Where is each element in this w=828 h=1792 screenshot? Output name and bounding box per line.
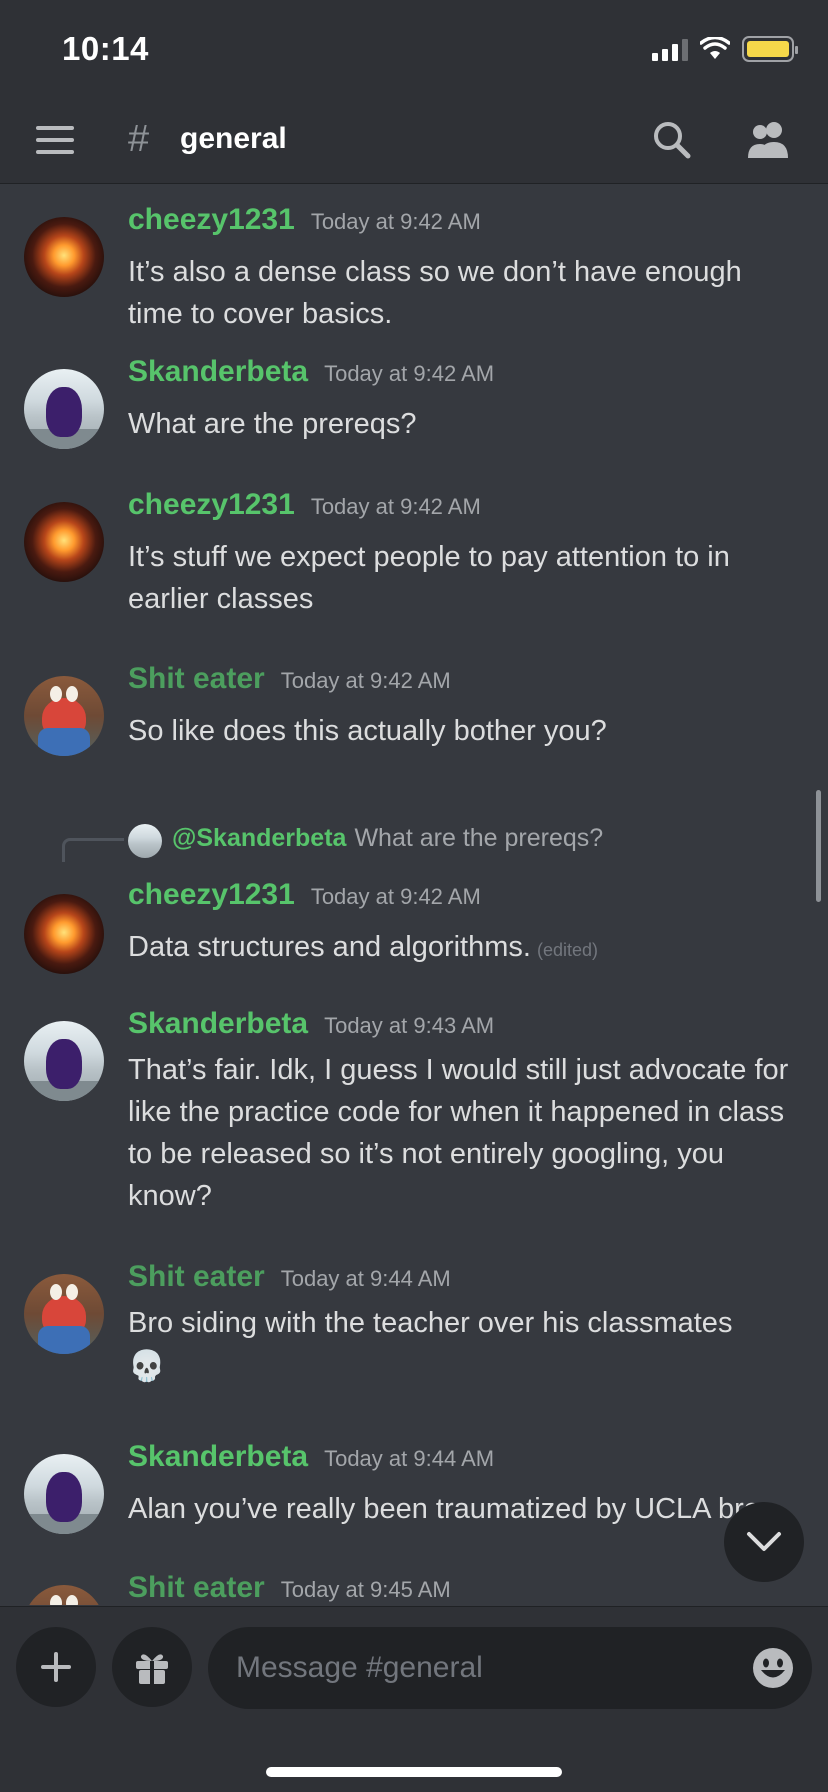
skull-emoji: 💀 bbox=[128, 1350, 166, 1383]
message-text: What are the prereqs? bbox=[128, 408, 417, 440]
hamburger-icon[interactable] bbox=[36, 126, 74, 162]
username[interactable]: Skanderbeta bbox=[128, 1440, 308, 1474]
avatar[interactable] bbox=[24, 1454, 104, 1534]
add-attachment-button[interactable] bbox=[16, 1627, 96, 1707]
search-icon[interactable] bbox=[650, 118, 694, 162]
edited-label: (edited) bbox=[536, 940, 598, 960]
emoji-icon[interactable] bbox=[752, 1647, 794, 1689]
channel-name: general bbox=[180, 122, 287, 155]
wifi-icon bbox=[700, 37, 730, 59]
timestamp: Today at 9:42 AM bbox=[310, 494, 481, 519]
message-text: That’s fair. Idk, I guess I would still … bbox=[128, 1054, 789, 1212]
gift-icon bbox=[136, 1654, 168, 1684]
home-indicator bbox=[266, 1767, 562, 1777]
username[interactable]: cheezy1231 bbox=[128, 488, 295, 522]
avatar[interactable] bbox=[24, 369, 104, 449]
avatar[interactable] bbox=[24, 894, 104, 974]
reply-preview[interactable]: @Skanderbeta What are the prereqs? bbox=[172, 824, 603, 853]
timestamp: Today at 9:42 AM bbox=[310, 884, 481, 909]
avatar[interactable] bbox=[24, 1021, 104, 1101]
reply-content: What are the prereqs? bbox=[354, 824, 604, 852]
timestamp: Today at 9:42 AM bbox=[280, 668, 451, 693]
reply-connector bbox=[62, 838, 124, 862]
message-text: So like does this actually bother you? bbox=[128, 715, 607, 747]
username[interactable]: Skanderbeta bbox=[128, 1007, 308, 1041]
channel-header: # general bbox=[0, 104, 828, 174]
username[interactable]: Skanderbeta bbox=[128, 355, 308, 389]
username[interactable]: Shit eater bbox=[128, 1260, 265, 1294]
message-text: It’s also a dense class so we don’t have… bbox=[128, 256, 742, 330]
message-composer[interactable] bbox=[208, 1627, 812, 1709]
bottom-bar bbox=[0, 1606, 828, 1792]
message-input[interactable] bbox=[236, 1627, 716, 1709]
timestamp: Today at 9:42 AM bbox=[310, 209, 481, 234]
timestamp: Today at 9:45 AM bbox=[280, 1577, 451, 1602]
username[interactable]: Shit eater bbox=[128, 662, 265, 696]
chevron-down-icon bbox=[747, 1532, 781, 1551]
message-list[interactable]: cheezy1231 Today at 9:42 AM It’s also a d… bbox=[0, 185, 828, 1605]
message-text: Bro siding with the teacher over his cla… bbox=[128, 1307, 733, 1339]
plus-icon bbox=[41, 1652, 71, 1682]
timestamp: Today at 9:44 AM bbox=[324, 1446, 495, 1471]
message-body: Data structures and algorithms. (edited) bbox=[128, 926, 798, 971]
gift-button[interactable] bbox=[112, 1627, 192, 1707]
username[interactable]: cheezy1231 bbox=[128, 878, 295, 912]
cellular-signal-icon bbox=[652, 37, 688, 61]
avatar[interactable] bbox=[24, 676, 104, 756]
avatar[interactable] bbox=[24, 502, 104, 582]
timestamp: Today at 9:43 AM bbox=[324, 1013, 495, 1038]
message-text: Data structures and algorithms. bbox=[128, 931, 531, 963]
members-icon[interactable] bbox=[744, 118, 792, 162]
avatar[interactable] bbox=[24, 217, 104, 297]
username[interactable]: Shit eater bbox=[128, 1571, 265, 1605]
reply-avatar bbox=[128, 824, 162, 858]
status-time: 10:14 bbox=[62, 30, 149, 67]
avatar[interactable] bbox=[24, 1585, 104, 1605]
hash-icon: # bbox=[128, 118, 150, 160]
reply-mention[interactable]: @Skanderbeta bbox=[172, 824, 346, 852]
avatar[interactable] bbox=[24, 1274, 104, 1354]
top-bar: 10:14 # general bbox=[0, 0, 828, 184]
message-text: Alan you’ve really been traumatized by U… bbox=[128, 1493, 760, 1525]
scrollbar[interactable] bbox=[816, 790, 821, 902]
battery-icon bbox=[742, 36, 798, 62]
timestamp: Today at 9:44 AM bbox=[280, 1266, 451, 1291]
status-icons bbox=[652, 36, 798, 62]
jump-to-bottom-button[interactable] bbox=[724, 1502, 804, 1582]
timestamp: Today at 9:42 AM bbox=[324, 361, 495, 386]
username[interactable]: cheezy1231 bbox=[128, 203, 295, 237]
message-text: It’s stuff we expect people to pay atten… bbox=[128, 541, 730, 615]
